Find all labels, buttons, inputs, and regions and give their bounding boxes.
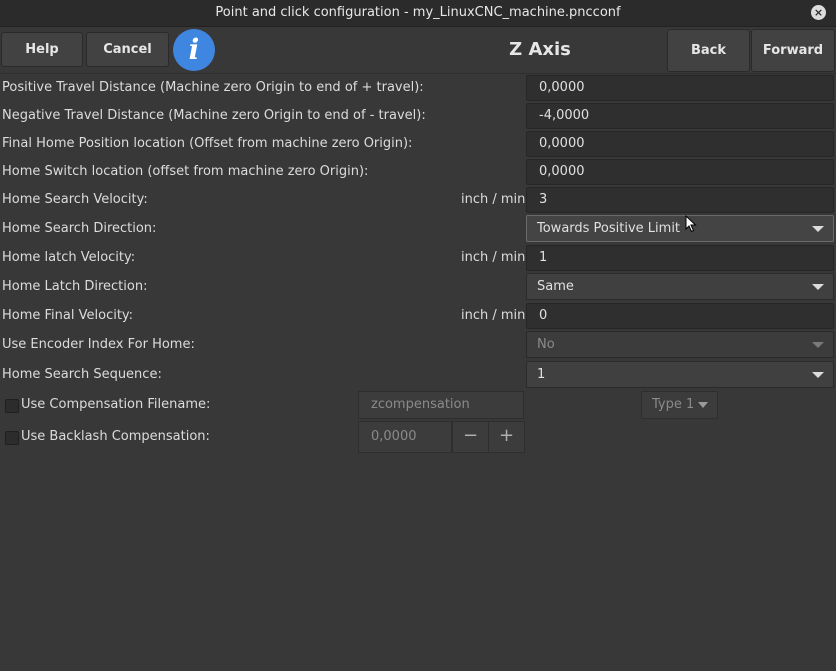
window-title: Point and click configuration - my_Linux… (215, 5, 621, 20)
mouse-cursor-icon (685, 215, 697, 233)
positive-travel-label: Positive Travel Distance (Machine zero O… (2, 80, 424, 95)
backlash-value-input[interactable]: 0,0000 (358, 421, 452, 453)
cancel-button[interactable]: Cancel (86, 32, 169, 67)
positive-travel-input[interactable]: 0,0000 (526, 75, 834, 101)
negative-travel-input[interactable]: -4,0000 (526, 103, 834, 129)
chevron-down-icon (812, 372, 824, 378)
home-search-velocity-label: Home Search Velocity: (2, 192, 148, 207)
compensation-type-select[interactable]: Type 1 (641, 391, 718, 419)
final-home-input[interactable]: 0,0000 (526, 131, 834, 157)
home-latch-direction-select[interactable]: Same (526, 273, 834, 300)
help-button[interactable]: Help (1, 32, 83, 67)
home-final-velocity-row: Home Final Velocity: inch / min 0 (0, 303, 836, 329)
backlash-checkbox[interactable] (5, 431, 19, 445)
chevron-down-icon (812, 284, 824, 290)
use-encoder-index-row: Use Encoder Index For Home: No (0, 331, 836, 359)
home-switch-input[interactable]: 0,0000 (526, 159, 834, 185)
use-encoder-index-select[interactable]: No (526, 331, 834, 358)
home-latch-velocity-input[interactable]: 1 (526, 245, 834, 271)
backlash-row: Use Backlash Compensation: 0,0000 − + (0, 421, 836, 453)
increment-button[interactable]: + (488, 421, 525, 453)
home-final-velocity-input[interactable]: 0 (526, 303, 834, 329)
compensation-filename-input[interactable]: zcompensation (358, 391, 524, 419)
home-search-velocity-unit: inch / min (461, 192, 526, 207)
home-search-sequence-select[interactable]: 1 (526, 361, 834, 388)
home-search-sequence-value: 1 (537, 367, 546, 382)
back-button[interactable]: Back (667, 29, 750, 72)
home-search-velocity-input[interactable]: 3 (526, 187, 834, 213)
window-titlebar: Point and click configuration - my_Linux… (0, 0, 836, 27)
backlash-label: Use Backlash Compensation: (21, 429, 210, 444)
compensation-checkbox[interactable] (5, 399, 19, 413)
home-search-sequence-label: Home Search Sequence: (2, 367, 162, 382)
home-latch-direction-row: Home Latch Direction: Same (0, 273, 836, 301)
forward-button[interactable]: Forward (751, 29, 835, 72)
home-final-velocity-unit: inch / min (461, 308, 526, 323)
final-home-label: Final Home Position location (Offset fro… (2, 136, 413, 151)
home-latch-velocity-label: Home latch Velocity: (2, 250, 136, 265)
header-toolbar: Help Cancel i Z Axis Back Forward (0, 27, 836, 74)
home-search-direction-value: Towards Positive Limit (537, 221, 681, 236)
home-final-velocity-label: Home Final Velocity: (2, 308, 134, 323)
close-icon[interactable]: × (811, 5, 826, 20)
home-latch-direction-value: Same (537, 279, 574, 294)
home-switch-label: Home Switch location (offset from machin… (2, 164, 369, 179)
use-encoder-index-label: Use Encoder Index For Home: (2, 337, 195, 352)
home-search-direction-select[interactable]: Towards Positive Limit (526, 215, 834, 242)
home-search-direction-label: Home Search Direction: (2, 221, 157, 236)
negative-travel-row: Negative Travel Distance (Machine zero O… (0, 103, 836, 129)
compensation-row: Use Compensation Filename: zcompensation… (0, 391, 836, 419)
home-search-direction-row: Home Search Direction: Towards Positive … (0, 215, 836, 243)
home-search-sequence-row: Home Search Sequence: 1 (0, 361, 836, 389)
info-icon[interactable]: i (173, 29, 215, 71)
compensation-label: Use Compensation Filename: (21, 397, 211, 412)
home-latch-velocity-row: Home latch Velocity: inch / min 1 (0, 245, 836, 271)
page-title: Z Axis (509, 39, 571, 60)
chevron-down-icon (812, 342, 824, 348)
home-switch-row: Home Switch location (offset from machin… (0, 159, 836, 185)
compensation-type-value: Type 1 (652, 397, 695, 412)
decrement-button[interactable]: − (452, 421, 489, 453)
chevron-down-icon (698, 402, 708, 408)
use-encoder-index-value: No (537, 337, 555, 352)
home-search-velocity-row: Home Search Velocity: inch / min 3 (0, 187, 836, 213)
chevron-down-icon (812, 226, 824, 232)
home-latch-direction-label: Home Latch Direction: (2, 279, 148, 294)
negative-travel-label: Negative Travel Distance (Machine zero O… (2, 108, 426, 123)
positive-travel-row: Positive Travel Distance (Machine zero O… (0, 75, 836, 101)
final-home-row: Final Home Position location (Offset fro… (0, 131, 836, 157)
home-latch-velocity-unit: inch / min (461, 250, 526, 265)
